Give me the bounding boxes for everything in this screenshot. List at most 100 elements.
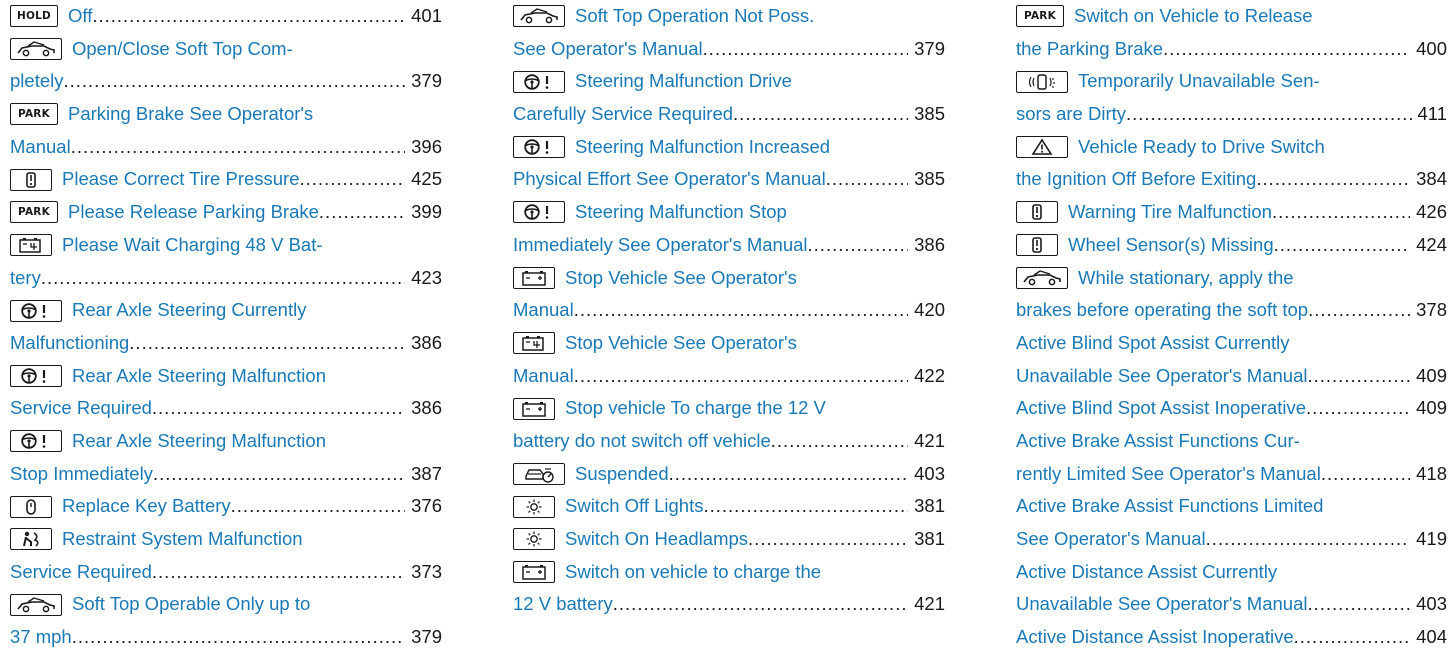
index-entry[interactable]: Steering Malfunction Drive Carefully Serv… (513, 65, 945, 130)
index-entry-link[interactable]: Wheel Sensor(s) Missing (1068, 229, 1274, 262)
index-entry[interactable]: Steering Malfunction Increased Physical E… (513, 131, 945, 196)
index-entry-link[interactable]: Restraint System Malfunction (62, 523, 303, 556)
index-entry-link[interactable]: the Parking Brake (1016, 33, 1163, 66)
index-entry-link[interactable]: Stop Immediately (10, 458, 153, 491)
index-entry-link[interactable]: Service Required (10, 392, 152, 425)
index-entry-link[interactable]: Active Distance Assist Currently (1016, 556, 1277, 589)
index-entry-link[interactable]: Switch Off Lights (565, 490, 703, 523)
index-entry-link[interactable]: Parking Brake See Operator's (68, 98, 313, 131)
index-entry[interactable]: Soft Top Operable Only up to37 mph 379 (10, 588, 442, 653)
index-entry-link[interactable]: Active Brake Assist Functions Cur- (1016, 425, 1300, 458)
index-entry[interactable]: Active Brake Assist Functions Limited See… (1016, 490, 1447, 555)
index-entry-link[interactable]: pletely (10, 65, 63, 98)
index-entry-link[interactable]: Carefully Service Required (513, 98, 733, 131)
index-entry[interactable]: Suspended 403 (513, 458, 945, 491)
index-entry-link[interactable]: battery do not switch off vehicle (513, 425, 771, 458)
index-entry[interactable]: Wheel Sensor(s) Missing 424 (1016, 229, 1447, 262)
hold-icon: HOLD (10, 5, 58, 28)
dot-leader (1272, 196, 1410, 229)
index-entry-link[interactable]: Switch on Vehicle to Release (1074, 0, 1313, 33)
index-entry-link[interactable]: rently Limited See Operator's Manual (1016, 458, 1321, 491)
index-entry-link[interactable]: Immediately See Operator's Manual (513, 229, 808, 262)
index-entry[interactable]: Temporarily Unavailable Sen-sors are Dir… (1016, 65, 1447, 130)
index-entry[interactable]: Stop Vehicle See Operator'sManual 422 (513, 327, 945, 392)
index-entry[interactable]: Warning Tire Malfunction 426 (1016, 196, 1447, 229)
index-entry-link[interactable]: tery (10, 262, 41, 295)
index-entry-link[interactable]: Active Blind Spot Assist Inoperative (1016, 392, 1306, 425)
index-entry[interactable]: PARK Switch on Vehicle to Release the Park… (1016, 0, 1447, 65)
index-entry-link[interactable]: Please Release Parking Brake (68, 196, 319, 229)
index-entry[interactable]: Switch On Headlamps 381 (513, 523, 945, 556)
index-entry-link[interactable]: Please Correct Tire Pressure (62, 163, 300, 196)
index-entry-link[interactable]: Vehicle Ready to Drive Switch (1078, 131, 1325, 164)
index-entry-link[interactable]: Steering Malfunction Drive (575, 65, 792, 98)
index-entry-link[interactable]: Unavailable See Operator's Manual (1016, 360, 1307, 393)
index-entry[interactable]: Steering Malfunction Stop Immediately See… (513, 196, 945, 261)
index-entry-line: Manual 422 (513, 360, 945, 393)
index-entry-link[interactable]: Stop Vehicle See Operator's (565, 327, 797, 360)
index-entry-link[interactable]: Service Required (10, 556, 152, 589)
index-entry-link[interactable]: Replace Key Battery (62, 490, 231, 523)
index-entry[interactable]: HOLD Off 401 (10, 0, 442, 33)
index-entry[interactable]: Stop Vehicle See Operator'sManual 420 (513, 262, 945, 327)
index-entry[interactable]: Please Wait Charging 48 V Bat-tery 423 (10, 229, 442, 294)
index-entry[interactable]: Active Distance Assist Currently Unavaila… (1016, 556, 1447, 621)
index-entry-line: Active Distance Assist Inoperative 404 (1016, 621, 1447, 654)
index-entry-link[interactable]: Open/Close Soft Top Com- (72, 33, 293, 66)
index-entry-link[interactable]: Switch On Headlamps (565, 523, 748, 556)
index-entry-link[interactable]: See Operator's Manual (513, 33, 703, 66)
index-entry-link[interactable]: Steering Malfunction Increased (575, 131, 830, 164)
index-entry-link[interactable]: Please Wait Charging 48 V Bat- (62, 229, 323, 262)
index-entry-link[interactable]: Rear Axle Steering Malfunction (72, 425, 326, 458)
index-entry[interactable]: Soft Top Operation Not Poss. See Operator… (513, 0, 945, 65)
index-entry-link[interactable]: While stationary, apply the (1078, 262, 1294, 295)
index-entry[interactable]: Replace Key Battery 376 (10, 490, 442, 523)
index-entry-link[interactable]: Rear Axle Steering Currently (72, 294, 306, 327)
index-entry-link[interactable]: Active Brake Assist Functions Limited (1016, 490, 1323, 523)
index-entry[interactable]: Stop vehicle To charge the 12 Vbattery d… (513, 392, 945, 457)
index-entry-link[interactable]: Soft Top Operable Only up to (72, 588, 310, 621)
index-entry-link[interactable]: 37 mph (10, 621, 72, 654)
index-entry-link[interactable]: Unavailable See Operator's Manual (1016, 588, 1307, 621)
index-entry[interactable]: Switch Off Lights 381 (513, 490, 945, 523)
index-entry-link[interactable]: Rear Axle Steering Malfunction (72, 360, 326, 393)
index-entry-link[interactable]: Soft Top Operation Not Poss. (575, 0, 814, 33)
index-entry[interactable]: Rear Axle Steering Malfunction Stop Immed… (10, 425, 442, 490)
index-entry[interactable]: Active Distance Assist Inoperative 404 (1016, 621, 1447, 654)
index-entry[interactable]: Active Blind Spot Assist Currently Unavai… (1016, 327, 1447, 392)
page-number: 426 (1416, 201, 1447, 223)
index-entry-link[interactable]: Malfunctioning (10, 327, 129, 360)
index-entry[interactable]: Rear Axle Steering Malfunction Service Re… (10, 360, 442, 425)
index-entry-link[interactable]: Physical Effort See Operator's Manual (513, 163, 826, 196)
index-entry-link[interactable]: Manual (513, 294, 574, 327)
index-entry-line: Switch on vehicle to charge the (513, 556, 945, 589)
index-entry-link[interactable]: the Ignition Off Before Exiting (1016, 163, 1256, 196)
index-entry[interactable]: Active Brake Assist Functions Cur-rently… (1016, 425, 1447, 490)
index-entry-link[interactable]: Manual (513, 360, 574, 393)
index-entry[interactable]: PARK Parking Brake See Operator'sManual 39… (10, 98, 442, 163)
index-entry-link[interactable]: 12 V battery (513, 588, 613, 621)
index-entry-link[interactable]: Active Distance Assist Inoperative (1016, 621, 1294, 654)
index-entry[interactable]: Rear Axle Steering Currently Malfunctioni… (10, 294, 442, 359)
index-entry-link[interactable]: Stop Vehicle See Operator's (565, 262, 797, 295)
index-entry[interactable]: Vehicle Ready to Drive Switch the Ignitio… (1016, 131, 1447, 196)
index-entry-link[interactable]: Manual (10, 131, 71, 164)
index-entry-link[interactable]: See Operator's Manual (1016, 523, 1206, 556)
index-entry-link[interactable]: Warning Tire Malfunction (1068, 196, 1272, 229)
index-entry[interactable]: Active Blind Spot Assist Inoperative 409 (1016, 392, 1447, 425)
index-entry-link[interactable]: Stop vehicle To charge the 12 V (565, 392, 826, 425)
index-entry-link[interactable]: Steering Malfunction Stop (575, 196, 787, 229)
index-entry-link[interactable]: Active Blind Spot Assist Currently (1016, 327, 1290, 360)
index-entry[interactable]: While stationary, apply the brakes before… (1016, 262, 1447, 327)
index-entry[interactable]: Switch on vehicle to charge the 12 V batt… (513, 556, 945, 621)
index-entry-link[interactable]: brakes before operating the soft top (1016, 294, 1308, 327)
index-entry[interactable]: Please Correct Tire Pressure 425 (10, 163, 442, 196)
index-entry-link[interactable]: Temporarily Unavailable Sen- (1078, 65, 1320, 98)
index-entry[interactable]: Restraint System Malfunction Service Requ… (10, 523, 442, 588)
index-entry-link[interactable]: Switch on vehicle to charge the (565, 556, 821, 589)
index-entry[interactable]: Open/Close Soft Top Com-pletely 379 (10, 33, 442, 98)
index-entry[interactable]: PARK Please Release Parking Brake 399 (10, 196, 442, 229)
index-entry-link[interactable]: Off (68, 0, 92, 33)
index-entry-link[interactable]: sors are Dirty (1016, 98, 1126, 131)
index-entry-link[interactable]: Suspended (575, 458, 669, 491)
